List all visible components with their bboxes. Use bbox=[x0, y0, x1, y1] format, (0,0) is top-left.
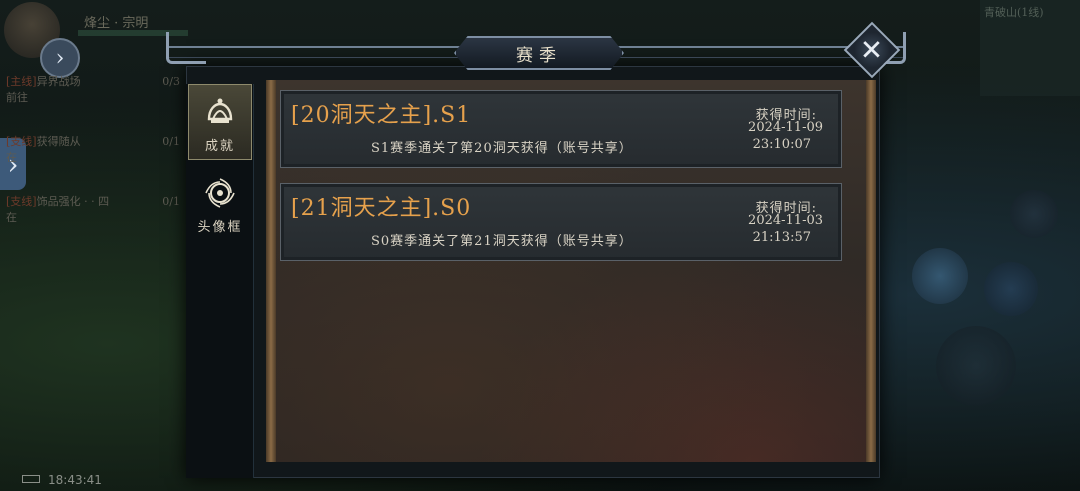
skill-orb[interactable] bbox=[1010, 190, 1058, 238]
quest-item[interactable]: [支线]获得随从 0/1 在 bbox=[0, 132, 186, 192]
scroll-rod-left bbox=[266, 80, 276, 462]
scroll-rod-right bbox=[866, 80, 876, 462]
map-location-label: 青破山(1线) bbox=[984, 6, 1044, 19]
modal-title: 赛季 bbox=[454, 36, 624, 70]
avatar-frame-icon bbox=[205, 178, 235, 208]
system-clock: 18:43:41 bbox=[48, 473, 102, 487]
tab-avatar-frame[interactable]: 头像框 bbox=[188, 166, 252, 242]
close-icon: ✕ bbox=[860, 33, 884, 67]
battery-icon bbox=[22, 475, 40, 483]
achievement-card[interactable]: [21洞天之主].S0 S0赛季通关了第21洞天获得（账号共享） 获得时间: 2… bbox=[280, 183, 842, 261]
achievement-title: [21洞天之主].S0 bbox=[291, 196, 472, 221]
modal-title-bar: 赛季 bbox=[166, 32, 906, 70]
obtained-date: 2024-11-09 bbox=[748, 120, 823, 135]
quest-item[interactable]: [支线]饰品强化 · · 四 0/1 在 bbox=[0, 192, 186, 252]
chevron-right-icon: › bbox=[55, 45, 65, 71]
skill-orb[interactable] bbox=[912, 248, 968, 304]
achievement-description: S1赛季通关了第20洞天获得（账号共享） bbox=[371, 141, 633, 156]
tab-avatar-frame-label: 头像框 bbox=[197, 220, 243, 235]
obtained-time: 23:10:07 bbox=[752, 137, 811, 152]
minimap[interactable]: 青破山(1线) bbox=[980, 0, 1080, 96]
quest-tracker[interactable]: [主线]异界战场 0/3 前往 [支线]获得随从 0/1 在 [支线]饰品强化 · … bbox=[0, 72, 186, 252]
achievement-description: S0赛季通关了第21洞天获得（账号共享） bbox=[371, 234, 633, 249]
achievement-title: [20洞天之主].S1 bbox=[291, 103, 472, 128]
obtained-date: 2024-11-03 bbox=[748, 213, 823, 228]
title-rail-left-ornament bbox=[166, 32, 206, 64]
skill-orb[interactable] bbox=[984, 262, 1038, 316]
tab-achievement-label: 成就 bbox=[204, 139, 235, 154]
obtained-time: 21:13:57 bbox=[752, 230, 811, 245]
quest-item[interactable]: [主线]异界战场 0/3 前往 bbox=[0, 72, 186, 132]
achievement-icon bbox=[207, 98, 233, 123]
tab-achievement[interactable]: 成就 bbox=[188, 84, 252, 160]
player-name: 烽尘 · 宗明 bbox=[84, 16, 149, 31]
skill-orb[interactable] bbox=[936, 326, 1016, 406]
achievement-card[interactable]: [20洞天之主].S1 S1赛季通关了第20洞天获得（账号共享） 获得时间: 2… bbox=[280, 90, 842, 168]
season-tab-bar: 成就 头像框 bbox=[186, 84, 254, 478]
